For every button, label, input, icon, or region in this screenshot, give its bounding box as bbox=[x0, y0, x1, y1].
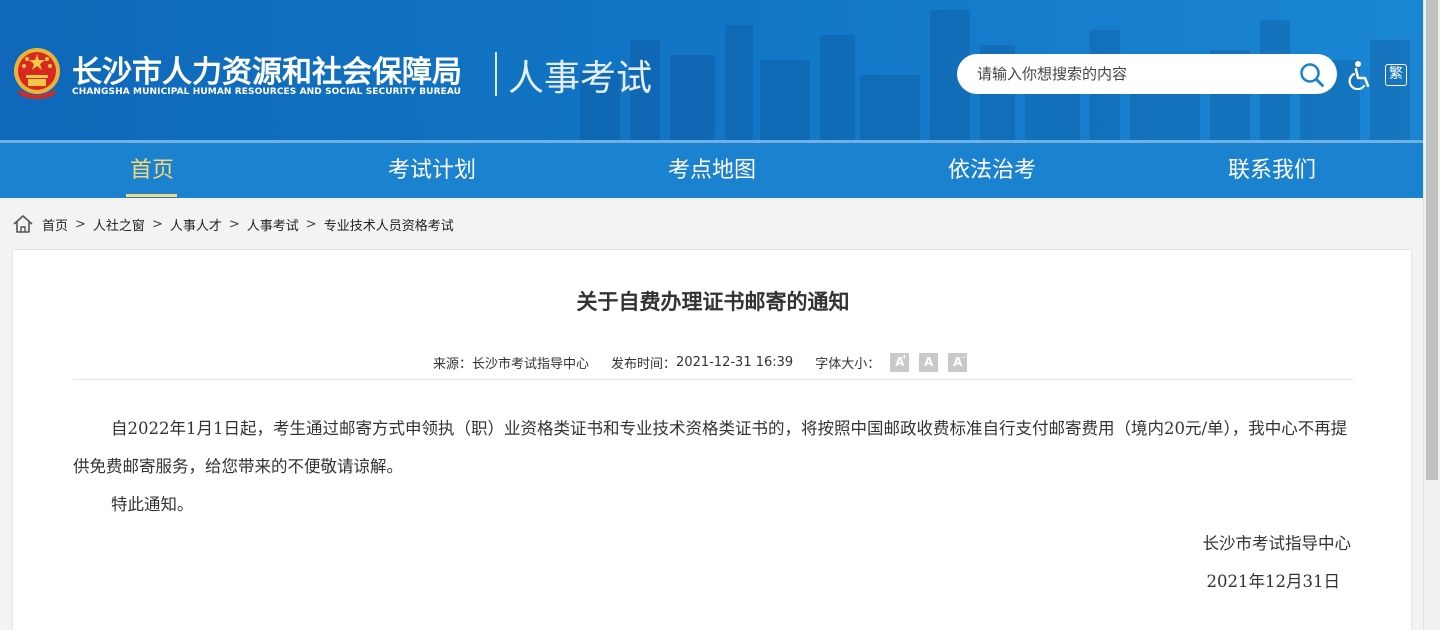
font-size-decrease-button[interactable]: A- bbox=[948, 352, 968, 372]
article-signature-block: 长沙市考试指导中心 2021年12月31日 bbox=[1203, 525, 1352, 601]
nav-item-contact[interactable]: 联系我们 bbox=[1172, 143, 1372, 198]
nav-item-home[interactable]: 首页 bbox=[52, 143, 252, 198]
scrollbar-thumb[interactable] bbox=[1426, 0, 1438, 480]
published-label: 发布时间： bbox=[611, 356, 677, 372]
traditional-chinese-button[interactable]: 繁 bbox=[1385, 64, 1407, 86]
breadcrumb-separator: > bbox=[75, 216, 86, 232]
published-value: 2021-12-31 16:39 bbox=[676, 354, 794, 370]
source-value: 长沙市考试指导中心 bbox=[472, 356, 590, 372]
search-box bbox=[957, 54, 1337, 94]
section-title: 人事考试 bbox=[508, 58, 653, 99]
breadcrumb-separator: > bbox=[228, 216, 240, 232]
nav-item-lawful-exam[interactable]: 依法治考 bbox=[892, 143, 1092, 198]
breadcrumb-home[interactable]: 首页 bbox=[42, 215, 68, 234]
org-name-english: CHANGSHA MUNICIPAL HUMAN RESOURCES AND S… bbox=[72, 87, 462, 97]
site-header: 长沙市人力资源和社会保障局 CHANGSHA MUNICIPAL HUMAN R… bbox=[0, 0, 1423, 140]
page-scrollbar[interactable] bbox=[1423, 0, 1440, 630]
article-paragraph: 自2022年1月1日起，考生通过邮寄方式申领执（职）业资格类证书和专业技术资格类… bbox=[73, 419, 1348, 476]
article-paragraph: 特此通知。 bbox=[111, 495, 194, 514]
nav-item-exam-map[interactable]: 考点地图 bbox=[612, 143, 812, 198]
source-label: 来源： bbox=[433, 356, 473, 372]
breadcrumb-separator: > bbox=[151, 216, 163, 232]
font-size-reset-button[interactable]: A bbox=[919, 352, 939, 372]
breadcrumb-professional-qualification-exam[interactable]: 专业技术人员资格考试 bbox=[324, 215, 454, 234]
org-name: 长沙市人力资源和社会保障局 bbox=[72, 55, 462, 90]
title-divider bbox=[495, 52, 497, 96]
nav-active-underline bbox=[126, 194, 177, 197]
breadcrumb: 首页 > 人社之窗 > 人事人才 > 人事考试 > 专业技术人员资格考试 bbox=[12, 212, 454, 236]
article-meta: 来源： 长沙市考试指导中心 发布时间： 2021-12-31 16:39 字体大… bbox=[433, 351, 968, 373]
main-nav: 首页 考试计划 考点地图 依法治考 联系我们 bbox=[0, 143, 1423, 198]
article-title: 关于自费办理证书邮寄的通知 bbox=[576, 290, 850, 314]
home-icon[interactable] bbox=[12, 214, 34, 234]
font-size-label: 字体大小： bbox=[815, 356, 881, 372]
national-emblem-icon bbox=[14, 48, 60, 99]
breadcrumb-separator: > bbox=[305, 216, 317, 232]
breadcrumb-hrss-window[interactable]: 人社之窗 bbox=[93, 215, 145, 234]
breadcrumb-personnel-exam[interactable]: 人事考试 bbox=[247, 215, 299, 234]
breadcrumb-personnel-talent[interactable]: 人事人才 bbox=[170, 215, 222, 234]
accessibility-icon[interactable] bbox=[1345, 60, 1373, 90]
article-body: 自2022年1月1日起，考生通过邮寄方式申领执（职）业资格类证书和专业技术资格类… bbox=[73, 410, 1353, 524]
article-signature: 长沙市考试指导中心 bbox=[1202, 534, 1352, 553]
article-card: 关于自费办理证书邮寄的通知 来源： 长沙市考试指导中心 发布时间： 2021-1… bbox=[12, 249, 1412, 630]
nav-item-exam-plan[interactable]: 考试计划 bbox=[332, 143, 532, 198]
meta-divider bbox=[73, 379, 1353, 380]
search-input[interactable] bbox=[977, 63, 1287, 85]
search-icon[interactable] bbox=[1299, 62, 1325, 88]
font-size-increase-button[interactable]: A + bbox=[890, 352, 910, 372]
article-date: 2021年12月31日 bbox=[1206, 572, 1340, 591]
